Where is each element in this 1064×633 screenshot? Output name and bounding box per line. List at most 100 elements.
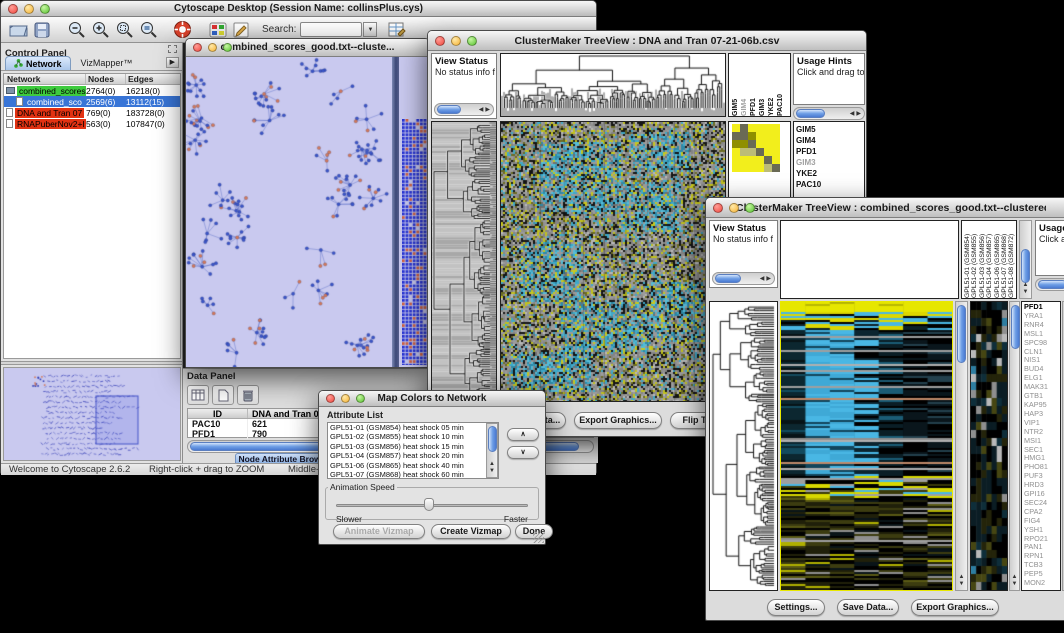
minimize-icon[interactable] (451, 36, 461, 46)
animate-vizmap-button[interactable]: Animate Vizmap (333, 524, 425, 539)
zoom-in-icon[interactable] (88, 19, 112, 41)
tv2-zoom-heatmap[interactable] (970, 301, 1008, 591)
matrix-cell[interactable] (740, 132, 748, 140)
col-network[interactable]: Network (4, 74, 86, 84)
treeview2-titlebar[interactable]: ClusterMaker TreeView : combined_scores_… (706, 198, 1064, 218)
matrix-cell[interactable] (756, 156, 764, 164)
gene-label[interactable]: MON2 (1024, 579, 1060, 588)
scroll-up-icon[interactable]: ▲ (959, 574, 965, 581)
list-item[interactable]: GPL51-01 (GSM854) heat shock 05 min (328, 423, 486, 432)
matrix-cell[interactable] (748, 132, 756, 140)
matrix-cell[interactable] (740, 148, 748, 156)
tv1-row-dendrogram[interactable] (431, 121, 497, 402)
tv2-collabel-vscroll[interactable]: ▲▼ (1019, 220, 1032, 299)
settings-button[interactable]: Settings... (767, 599, 825, 616)
minimize-icon[interactable] (341, 394, 350, 403)
zoom-window-icon[interactable] (467, 36, 477, 46)
zoom-fit-icon[interactable] (136, 19, 160, 41)
scroll-down-icon[interactable]: ▼ (489, 468, 495, 475)
close-icon[interactable] (8, 4, 18, 14)
minimize-icon[interactable] (24, 4, 34, 14)
close-icon[interactable] (326, 394, 335, 403)
list-item[interactable]: GPL51-06 (GSM865) heat shock 40 min (328, 461, 486, 470)
matrix-cell[interactable] (748, 148, 756, 156)
resize-grip[interactable] (533, 532, 544, 543)
matrix-cell[interactable] (732, 132, 740, 140)
tv2-column-tree-area[interactable] (780, 220, 959, 299)
matrix-cell[interactable] (756, 124, 764, 132)
zoom-out-icon[interactable] (64, 19, 88, 41)
matrix-cell[interactable] (748, 140, 756, 148)
search-input[interactable] (300, 22, 362, 37)
matrix-cell[interactable] (740, 156, 748, 164)
matrix-cell[interactable] (764, 140, 772, 148)
save-data-button[interactable]: Save Data... (837, 599, 899, 616)
list-item[interactable]: GPL51-04 (GSM857) heat shock 20 min (328, 451, 486, 460)
matrix-cell[interactable] (732, 124, 740, 132)
scroll-thumb[interactable] (1021, 249, 1030, 283)
create-vizmap-button[interactable]: Create Vizmap (431, 524, 511, 539)
network-row[interactable]: RNAPuberNov2+I563(0)107847(0) (4, 118, 180, 129)
matrix-cell[interactable] (764, 132, 772, 140)
panel-divider[interactable] (1, 361, 182, 365)
matrix-cell[interactable] (756, 132, 764, 140)
matrix-cell[interactable] (772, 124, 780, 132)
tab-vizmapper[interactable]: VizMapper™ (71, 56, 143, 70)
zoom-window-icon[interactable] (745, 203, 755, 213)
network-row[interactable]: combined_scores2764(0)16218(0) (4, 85, 180, 96)
birdseye-panel[interactable] (3, 367, 181, 461)
tv1-column-dendrogram[interactable] (500, 53, 726, 117)
matrix-cell[interactable] (772, 164, 780, 172)
matrix-cell[interactable] (740, 164, 748, 172)
zoom-window-icon[interactable] (223, 43, 232, 52)
list-item[interactable]: GPL51-03 (GSM856) heat shock 15 min (328, 442, 486, 451)
scroll-up-icon[interactable]: ▲ (1012, 574, 1018, 581)
scroll-thumb[interactable] (488, 426, 497, 452)
scroll-right-icon[interactable]: ▶ (766, 275, 771, 282)
export-graphics-button[interactable]: Export Graphics... (574, 412, 662, 429)
delete-attribute-icon[interactable] (237, 385, 259, 405)
minimize-icon[interactable] (208, 43, 217, 52)
tab-overflow-icon[interactable]: ▶ (166, 57, 179, 68)
matrix-cell[interactable] (748, 156, 756, 164)
scroll-down-icon[interactable]: ▼ (1023, 289, 1029, 296)
matrix-cell[interactable] (756, 148, 764, 156)
move-down-button[interactable]: ∨ (507, 446, 539, 459)
network-row[interactable]: DNA and Tran 07769(0)183728(0) (4, 107, 180, 118)
matrix-cell[interactable] (740, 140, 748, 148)
matrix-cell[interactable] (732, 156, 740, 164)
scroll-left-icon[interactable]: ◀ (479, 106, 484, 113)
scroll-thumb[interactable] (715, 274, 741, 283)
matrix-cell[interactable] (732, 140, 740, 148)
scroll-thumb[interactable] (1011, 305, 1020, 349)
matrix-cell[interactable] (732, 148, 740, 156)
scroll-down-icon[interactable]: ▼ (959, 581, 965, 588)
move-up-button[interactable]: ∧ (507, 428, 539, 441)
col-nodes[interactable]: Nodes (86, 74, 126, 84)
zoom-window-icon[interactable] (40, 4, 50, 14)
tv1-zoom-matrix[interactable] (732, 124, 780, 172)
birdseye-canvas[interactable] (4, 368, 180, 460)
scroll-left-icon[interactable]: ◀ (760, 275, 765, 282)
minimize-icon[interactable] (729, 203, 739, 213)
new-attribute-icon[interactable] (212, 385, 234, 405)
tv2-heatmap[interactable] (780, 301, 953, 591)
tv2-heatmap-vscroll[interactable]: ▲▼ (955, 301, 968, 591)
dialog-titlebar[interactable]: Map Colors to Network (319, 391, 545, 407)
network-canvas-area[interactable] (186, 57, 429, 367)
scroll-right-icon[interactable]: ▶ (856, 110, 861, 117)
export-graphics-button[interactable]: Export Graphics... (911, 599, 999, 616)
zoom-window-icon[interactable] (356, 394, 365, 403)
tv1-heatmap[interactable] (500, 121, 726, 402)
matrix-cell[interactable] (764, 124, 772, 132)
matrix-cell[interactable] (748, 164, 756, 172)
matrix-cell[interactable] (764, 164, 772, 172)
select-attributes-icon[interactable] (187, 385, 209, 405)
tv2-status-hscroll[interactable]: ◀▶ (712, 272, 775, 285)
tv2-zoom-vscroll[interactable]: ▲▼ (1009, 301, 1020, 591)
close-icon[interactable] (435, 36, 445, 46)
list-item[interactable]: GPL51-02 (GSM855) heat shock 10 min (328, 432, 486, 441)
scroll-thumb[interactable] (1038, 280, 1064, 289)
tv1-status-hscroll[interactable]: ◀▶ (434, 103, 494, 116)
scroll-up-icon[interactable]: ▲ (1023, 282, 1029, 289)
